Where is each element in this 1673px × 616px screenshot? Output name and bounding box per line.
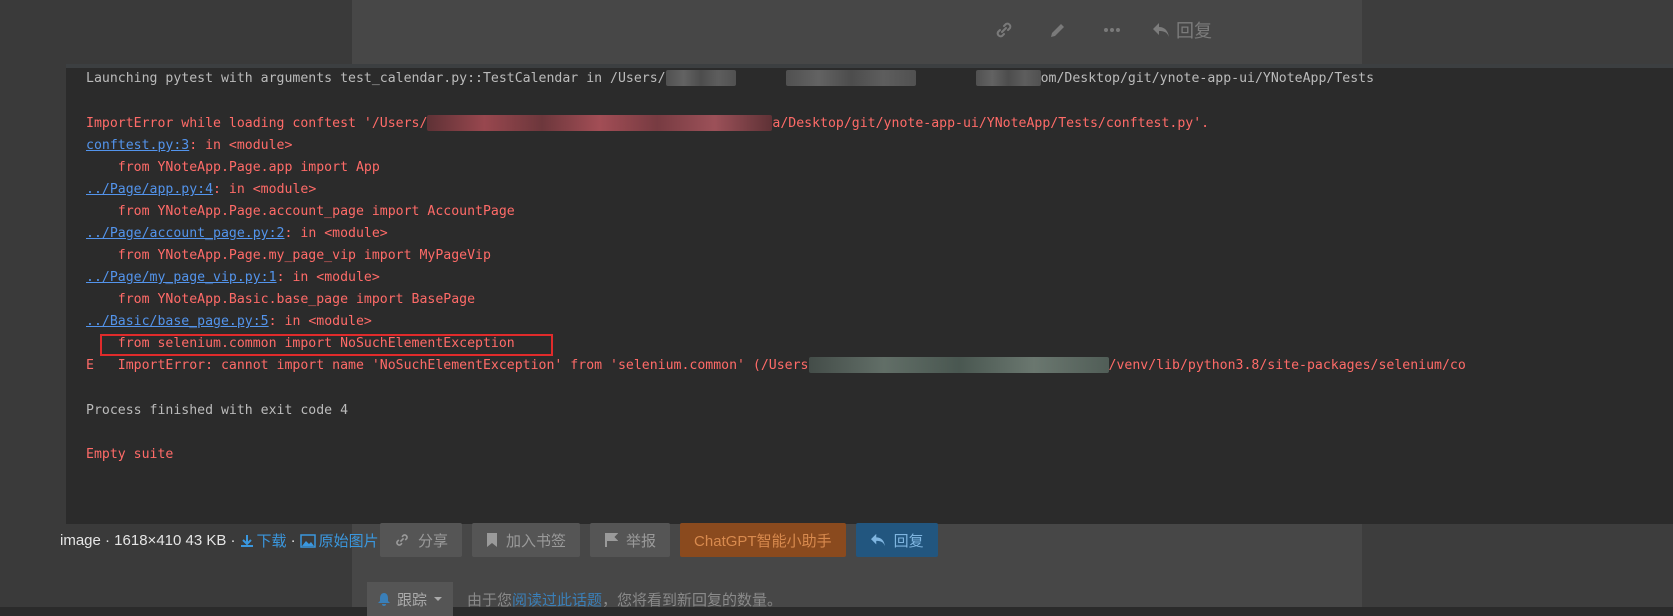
red-highlight-box <box>100 334 553 356</box>
reply-icon <box>1153 23 1169 37</box>
traceback-frame-1: ../Page/app.py:4: in <module> <box>86 182 317 197</box>
e-import-error-line: E ImportError: cannot import name 'NoSuc… <box>86 357 1466 373</box>
image-icon <box>299 533 316 548</box>
follow-description: 由于您阅读过此话题，您将看到新回复的数量。 <box>467 591 783 609</box>
terminal-top-border <box>66 64 1673 68</box>
traceback-link[interactable]: ../Basic/base_page.py:5 <box>86 314 269 329</box>
traceback-link[interactable]: ../Page/account_page.py:2 <box>86 226 285 241</box>
traceback-frame-4: ../Basic/base_page.py:5: in <module> <box>86 314 372 329</box>
traceback-frame-3: ../Page/my_page_vip.py:1: in <module> <box>86 270 380 285</box>
traceback-link[interactable]: ../Page/my_page_vip.py:1 <box>86 270 277 285</box>
reply-top-label: 回复 <box>1176 21 1212 41</box>
more-icon[interactable] <box>1098 16 1126 44</box>
image-meta: image · 1618×410 43 KB · <box>60 532 236 549</box>
pencil-icon[interactable] <box>1044 16 1072 44</box>
link-icon[interactable] <box>990 16 1018 44</box>
post-top-actions: 回复 <box>990 16 1212 44</box>
traceback-frame-0: conftest.py:3: in <module> <box>86 138 293 153</box>
image-caption: image · 1618×410 43 KB · 下载 · 原始图片 <box>60 530 379 551</box>
traceback-link[interactable]: ../Page/app.py:4 <box>86 182 213 197</box>
report-button[interactable]: 举报 <box>590 523 671 557</box>
post-button-row: 分享 加入书签 举报 ChatGPT智能小助手 回复 <box>380 523 938 557</box>
traceback-code: from YNoteApp.Page.my_page_vip import My… <box>86 248 491 263</box>
redacted-blur <box>975 70 1041 86</box>
traceback-code: from YNoteApp.Page.account_page import A… <box>86 204 515 219</box>
empty-suite-line: Empty suite <box>86 447 174 462</box>
reply-top-button[interactable]: 回复 <box>1152 17 1212 43</box>
download-link[interactable]: 下载 <box>240 530 287 551</box>
read-topic-link[interactable]: 阅读过此话题 <box>512 592 602 609</box>
bookmark-button[interactable]: 加入书签 <box>472 523 581 557</box>
traceback-frame-2: ../Page/account_page.py:2: in <module> <box>86 226 388 241</box>
bookmark-icon <box>487 533 498 547</box>
flag-icon <box>605 533 619 547</box>
redacted-blur <box>808 357 1109 373</box>
terminal-output-image: Launching pytest with arguments test_cal… <box>66 64 1673 524</box>
traceback-code: from YNoteApp.Basic.base_page import Bas… <box>86 292 476 307</box>
original-image-link[interactable]: 原始图片 <box>299 530 379 551</box>
link-icon <box>396 534 408 546</box>
follow-dropdown-button[interactable]: 跟踪 <box>367 582 454 616</box>
topic-follow-row: 跟踪 由于您阅读过此话题，您将看到新回复的数量。 <box>367 582 782 616</box>
chevron-down-icon <box>434 597 443 601</box>
chatgpt-assistant-button[interactable]: ChatGPT智能小助手 <box>680 523 846 557</box>
launch-line: Launching pytest with arguments test_cal… <box>86 70 1375 86</box>
reply-button[interactable]: 回复 <box>855 523 938 557</box>
share-button[interactable]: 分享 <box>380 523 463 557</box>
caption-separator: · <box>290 532 296 549</box>
reply-icon <box>870 533 885 547</box>
redacted-blur <box>427 115 773 131</box>
traceback-code: from YNoteApp.Page.app import App <box>86 160 380 175</box>
process-finished-line: Process finished with exit code 4 <box>86 403 349 418</box>
import-error-line: ImportError while loading conftest '/Use… <box>86 115 1210 131</box>
bell-icon <box>378 593 390 606</box>
traceback-link[interactable]: conftest.py:3 <box>86 138 189 153</box>
download-icon <box>240 534 253 547</box>
redacted-blur <box>665 70 736 86</box>
redacted-blur <box>785 70 916 86</box>
